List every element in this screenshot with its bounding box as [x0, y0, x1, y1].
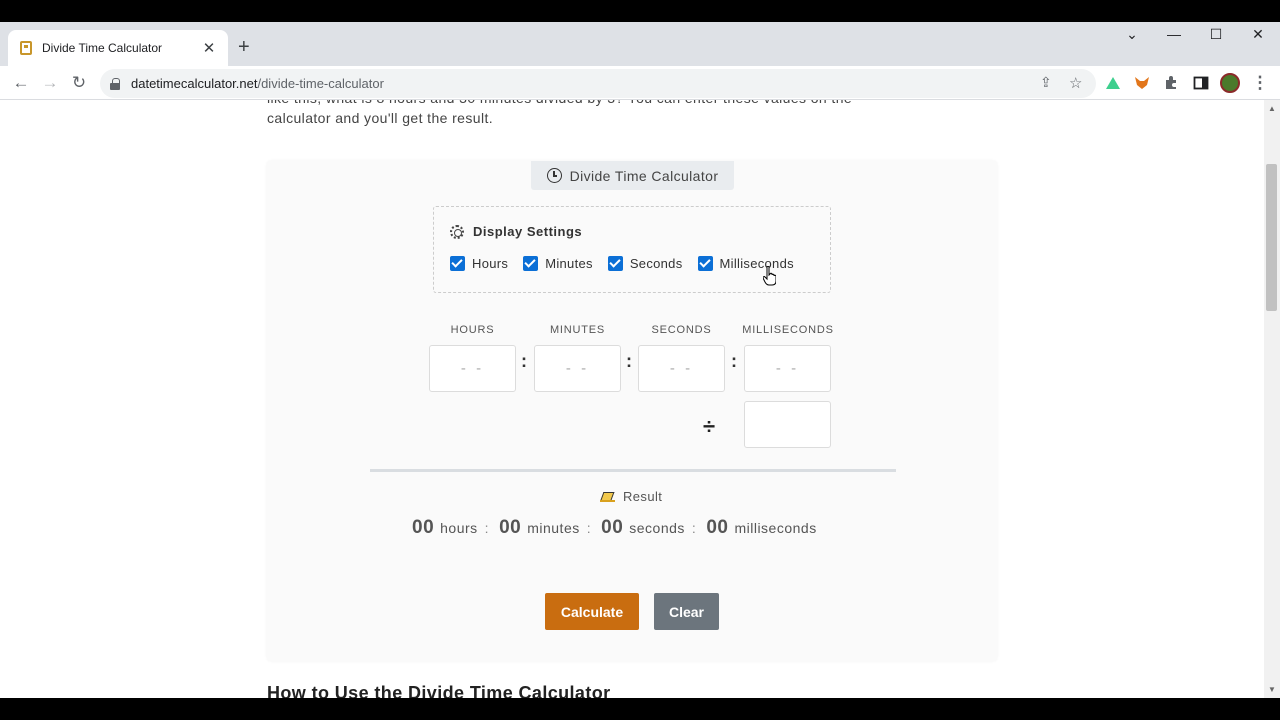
reload-icon[interactable]: ↻ [67, 72, 91, 94]
intro-paragraph: like this, what is 8 hours and 30 minute… [267, 100, 967, 128]
minutes-input[interactable]: - - [534, 345, 621, 392]
checkbox-checked-icon[interactable] [607, 256, 623, 271]
result-values: 00 hours : 00 minutes : 00 seconds : 00 … [412, 517, 817, 539]
result-seconds-value: 00 [601, 517, 624, 538]
seconds-column-label: SECONDS [651, 324, 712, 336]
menu-kebab-icon[interactable]: ⋮ [1248, 72, 1272, 94]
result-label: Result [623, 489, 663, 504]
tab-title: Divide Time Calculator [42, 41, 163, 55]
result-hours-unit: hours [440, 520, 478, 536]
calculator-title: Divide Time Calculator [569, 167, 719, 184]
page-scrollbar[interactable]: ▲ ▼ [1264, 100, 1280, 698]
milliseconds-column-label: MILLISECONDS [742, 324, 834, 336]
forward-arrow-icon[interactable]: → [38, 72, 62, 94]
result-heading: Result [600, 489, 662, 504]
result-milliseconds-unit: milliseconds [734, 520, 817, 536]
new-tab-button[interactable]: + [238, 37, 250, 57]
extension-green-icon[interactable] [1105, 76, 1121, 90]
calculator-title-tab: Divide Time Calculator [531, 161, 734, 190]
clear-button[interactable]: Clear [654, 593, 719, 630]
seconds-checkbox-label: Seconds [629, 256, 683, 271]
hand-pointer-cursor-icon [763, 266, 776, 286]
tab-close-icon[interactable]: ✕ [200, 39, 218, 57]
metamask-fox-icon[interactable] [1134, 76, 1150, 90]
hours-column-label: HOURS [450, 324, 495, 336]
result-separator: : [691, 520, 697, 536]
url-path: /divide-time-calculator [257, 76, 384, 91]
how-to-use-heading: How to Use the Divide Time Calculator [267, 683, 611, 698]
minutes-checkbox[interactable]: Minutes [523, 256, 593, 271]
page-content: like this, what is 8 hours and 30 minute… [0, 100, 1264, 698]
scroll-up-arrow-icon[interactable]: ▲ [1268, 104, 1276, 113]
extensions-puzzle-icon[interactable] [1163, 76, 1179, 90]
tab-strip: Divide Time Calculator ✕ + ⌄ — ☐ ✕ [0, 22, 1280, 66]
browser-tab[interactable]: Divide Time Calculator ✕ [8, 30, 228, 66]
clock-icon [546, 168, 562, 183]
intro-line-2: calculator and you'll get the result. [267, 110, 494, 126]
address-bar[interactable]: datetimecalculator.net/divide-time-calcu… [100, 69, 1096, 98]
result-milliseconds-value: 00 [706, 517, 729, 538]
minutes-column-label: MINUTES [549, 324, 606, 336]
bookmark-star-icon[interactable]: ☆ [1069, 74, 1082, 92]
milliseconds-checkbox-label: Milliseconds [719, 256, 794, 271]
minutes-checkbox-label: Minutes [545, 256, 593, 271]
result-separator: : [586, 520, 592, 536]
divider-line [370, 469, 896, 472]
hours-input[interactable]: - - [429, 345, 516, 392]
tab-search-icon[interactable]: ⌄ [1112, 26, 1152, 43]
browser-window: Divide Time Calculator ✕ + ⌄ — ☐ ✕ ← → ↻… [0, 22, 1280, 698]
result-separator: : [484, 520, 490, 536]
share-icon[interactable]: ⇪ [1040, 74, 1052, 91]
minimize-button[interactable]: — [1154, 26, 1194, 42]
time-separator: : [521, 351, 527, 371]
seconds-input[interactable]: - - [638, 345, 725, 392]
hours-checkbox[interactable]: Hours [450, 256, 508, 271]
display-settings-options: Hours Minutes Seconds Milliseconds [450, 256, 809, 271]
scroll-down-arrow-icon[interactable]: ▼ [1268, 685, 1276, 694]
checkbox-checked-icon[interactable] [450, 256, 465, 271]
result-minutes-unit: minutes [527, 520, 580, 536]
divisor-input[interactable] [744, 401, 831, 448]
divide-icon: ÷ [703, 414, 716, 439]
milliseconds-input[interactable]: - - [744, 345, 831, 392]
calculator-card: Divide Time Calculator Display Settings … [267, 161, 997, 661]
profile-avatar[interactable] [1220, 73, 1240, 93]
checkbox-checked-icon[interactable] [697, 256, 713, 271]
seconds-checkbox[interactable]: Seconds [607, 256, 683, 271]
time-separator: : [731, 351, 737, 371]
calculate-button[interactable]: Calculate [545, 593, 639, 630]
calculator-favicon-icon [20, 41, 32, 55]
milliseconds-checkbox[interactable]: Milliseconds [697, 256, 794, 271]
result-minutes-value: 00 [499, 517, 522, 538]
url-host: datetimecalculator.net [131, 76, 258, 91]
scrollbar-thumb[interactable] [1266, 164, 1277, 311]
gear-icon [450, 224, 464, 239]
maximize-button[interactable]: ☐ [1196, 26, 1236, 43]
hours-checkbox-label: Hours [472, 256, 509, 271]
display-settings-title: Display Settings [473, 224, 583, 239]
side-panel-icon[interactable] [1193, 76, 1209, 90]
lock-icon [110, 77, 120, 90]
close-window-button[interactable]: ✕ [1238, 26, 1278, 43]
result-hours-value: 00 [412, 517, 435, 538]
browser-toolbar: ← → ↻ datetimecalculator.net/divide-time… [0, 66, 1280, 100]
pencil-icon [600, 491, 615, 502]
checkbox-checked-icon[interactable] [523, 256, 539, 271]
result-seconds-unit: seconds [629, 520, 685, 536]
back-arrow-icon[interactable]: ← [9, 72, 33, 94]
display-settings-heading: Display Settings [450, 224, 582, 239]
time-separator: : [626, 351, 632, 371]
intro-line-1: like this, what is 8 hours and 30 minute… [267, 100, 967, 108]
